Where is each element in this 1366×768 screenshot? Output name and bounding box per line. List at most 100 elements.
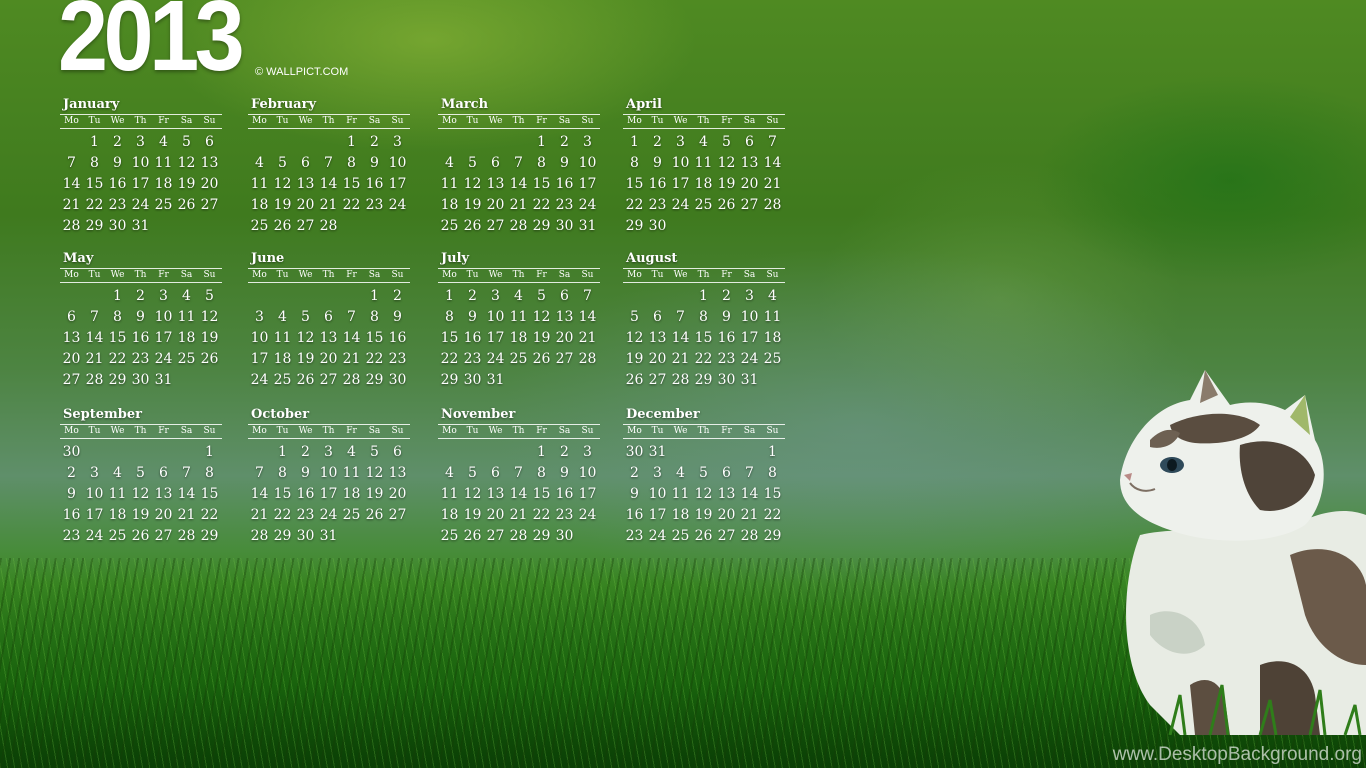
day-cell: 27 — [154, 528, 173, 544]
day-cell: 1 — [699, 288, 708, 304]
day-cell: 30 — [717, 372, 736, 388]
day-cell: 27 — [486, 218, 505, 234]
weekday-label: Su — [391, 270, 404, 280]
weekday-label: Th — [512, 426, 525, 436]
day-cell: 28 — [740, 528, 759, 544]
empty-day-cell — [271, 132, 294, 153]
month-name: February — [251, 97, 317, 112]
day-cell: 23 — [463, 351, 482, 367]
weekday-label: Fr — [158, 116, 169, 126]
day-cell: 4 — [514, 288, 523, 304]
empty-day-cell — [340, 286, 363, 307]
weekday-label: Th — [322, 426, 335, 436]
day-cell: 31 — [648, 444, 667, 460]
day-cell: 28 — [177, 528, 196, 544]
day-cell: 30 — [108, 218, 127, 234]
day-cell: 28 — [671, 372, 690, 388]
day-cell: 19 — [463, 197, 482, 213]
day-cell: 24 — [154, 351, 173, 367]
day-cell: 26 — [131, 528, 150, 544]
day-cell: 7 — [583, 288, 592, 304]
empty-day-cell — [507, 442, 530, 463]
empty-day-cell — [106, 442, 129, 463]
day-cell: 27 — [717, 528, 736, 544]
day-cell: 3 — [255, 309, 264, 325]
day-cell: 3 — [583, 444, 592, 460]
day-cell: 5 — [468, 155, 477, 171]
weekday-label: We — [298, 270, 313, 280]
day-cell: 13 — [319, 330, 338, 346]
day-cell: 10 — [388, 155, 407, 171]
day-cell: 16 — [62, 507, 81, 523]
day-cell: 16 — [463, 330, 482, 346]
day-cell: 9 — [560, 465, 569, 481]
day-cell: 20 — [648, 351, 667, 367]
weekday-label: Su — [391, 426, 404, 436]
weekday-header: Mo Tu We Th Fr Sa Su — [623, 114, 785, 129]
weekday-label: Sa — [558, 270, 571, 280]
day-cell: 17 — [388, 176, 407, 192]
day-cell: 21 — [671, 351, 690, 367]
day-cell: 5 — [136, 465, 145, 481]
weekday-label: We — [110, 426, 125, 436]
day-cell: 9 — [468, 309, 477, 325]
days-grid: 1 2 3 4 5 6 7 8 9 10 11 12 13 14 15 16 17 18 19 20 21 22 23 24 2… — [438, 132, 600, 237]
day-cell: 8 — [370, 309, 379, 325]
empty-day-cell — [152, 442, 175, 463]
weekday-label: Mo — [64, 116, 79, 126]
day-cell: 4 — [347, 444, 356, 460]
weekday-label: Fr — [346, 426, 357, 436]
weekday-label: Mo — [252, 426, 267, 436]
day-cell: 28 — [509, 528, 528, 544]
day-cell: 9 — [393, 309, 402, 325]
weekday-label: We — [488, 270, 503, 280]
day-cell: 17 — [250, 351, 269, 367]
day-cell: 23 — [131, 351, 150, 367]
day-cell: 24 — [131, 197, 150, 213]
day-cell: 8 — [630, 155, 639, 171]
day-cell: 1 — [278, 444, 287, 460]
day-cell: 16 — [108, 176, 127, 192]
day-cell: 25 — [250, 218, 269, 234]
days-grid: 1 2 3 4 5 6 7 8 9 10 11 12 13 14 15 16 17 18 19 20 21 22 23 24 2… — [623, 132, 785, 237]
day-cell: 2 — [113, 134, 122, 150]
day-cell: 13 — [154, 486, 173, 502]
day-cell: 11 — [440, 486, 459, 502]
day-cell: 7 — [324, 155, 333, 171]
weekday-label: Tu — [651, 270, 664, 280]
day-cell: 10 — [250, 330, 269, 346]
day-cell: 5 — [370, 444, 379, 460]
weekday-label: Th — [697, 116, 710, 126]
day-cell: 28 — [509, 218, 528, 234]
month-september: September Mo Tu We Th Fr Sa Su 30 1 2 3 4 5 6 7 8 9 10 11 12… — [60, 406, 222, 547]
empty-day-cell — [669, 442, 692, 463]
day-cell: 23 — [108, 197, 127, 213]
day-cell: 22 — [694, 351, 713, 367]
day-cell: 15 — [532, 176, 551, 192]
weekday-label: We — [673, 116, 688, 126]
day-cell: 31 — [486, 372, 505, 388]
day-cell: 26 — [200, 351, 219, 367]
day-cell: 30 — [555, 218, 574, 234]
day-cell: 1 — [630, 134, 639, 150]
day-cell: 4 — [699, 134, 708, 150]
weekday-label: Mo — [627, 270, 642, 280]
day-cell: 24 — [671, 197, 690, 213]
day-cell: 16 — [625, 507, 644, 523]
day-cell: 10 — [319, 465, 338, 481]
weekday-label: Th — [134, 116, 147, 126]
day-cell: 30 — [463, 372, 482, 388]
empty-day-cell — [438, 442, 461, 463]
weekday-label: Tu — [88, 426, 101, 436]
day-cell: 14 — [85, 330, 104, 346]
month-june: June Mo Tu We Th Fr Sa Su 1 2 3 4 5 6 7 8 9 10 11 12 13 14 15 1… — [248, 250, 410, 391]
day-cell: 17 — [486, 330, 505, 346]
weekday-label: Fr — [721, 426, 732, 436]
weekday-label: Th — [697, 270, 710, 280]
month-november: November Mo Tu We Th Fr Sa Su 1 2 3 4 5 6 7 8 9 10 11 12 13 1… — [438, 406, 600, 547]
day-cell: 27 — [486, 528, 505, 544]
day-cell: 24 — [578, 197, 597, 213]
day-cell: 13 — [296, 176, 315, 192]
day-cell: 20 — [200, 176, 219, 192]
weekday-label: Tu — [276, 426, 289, 436]
